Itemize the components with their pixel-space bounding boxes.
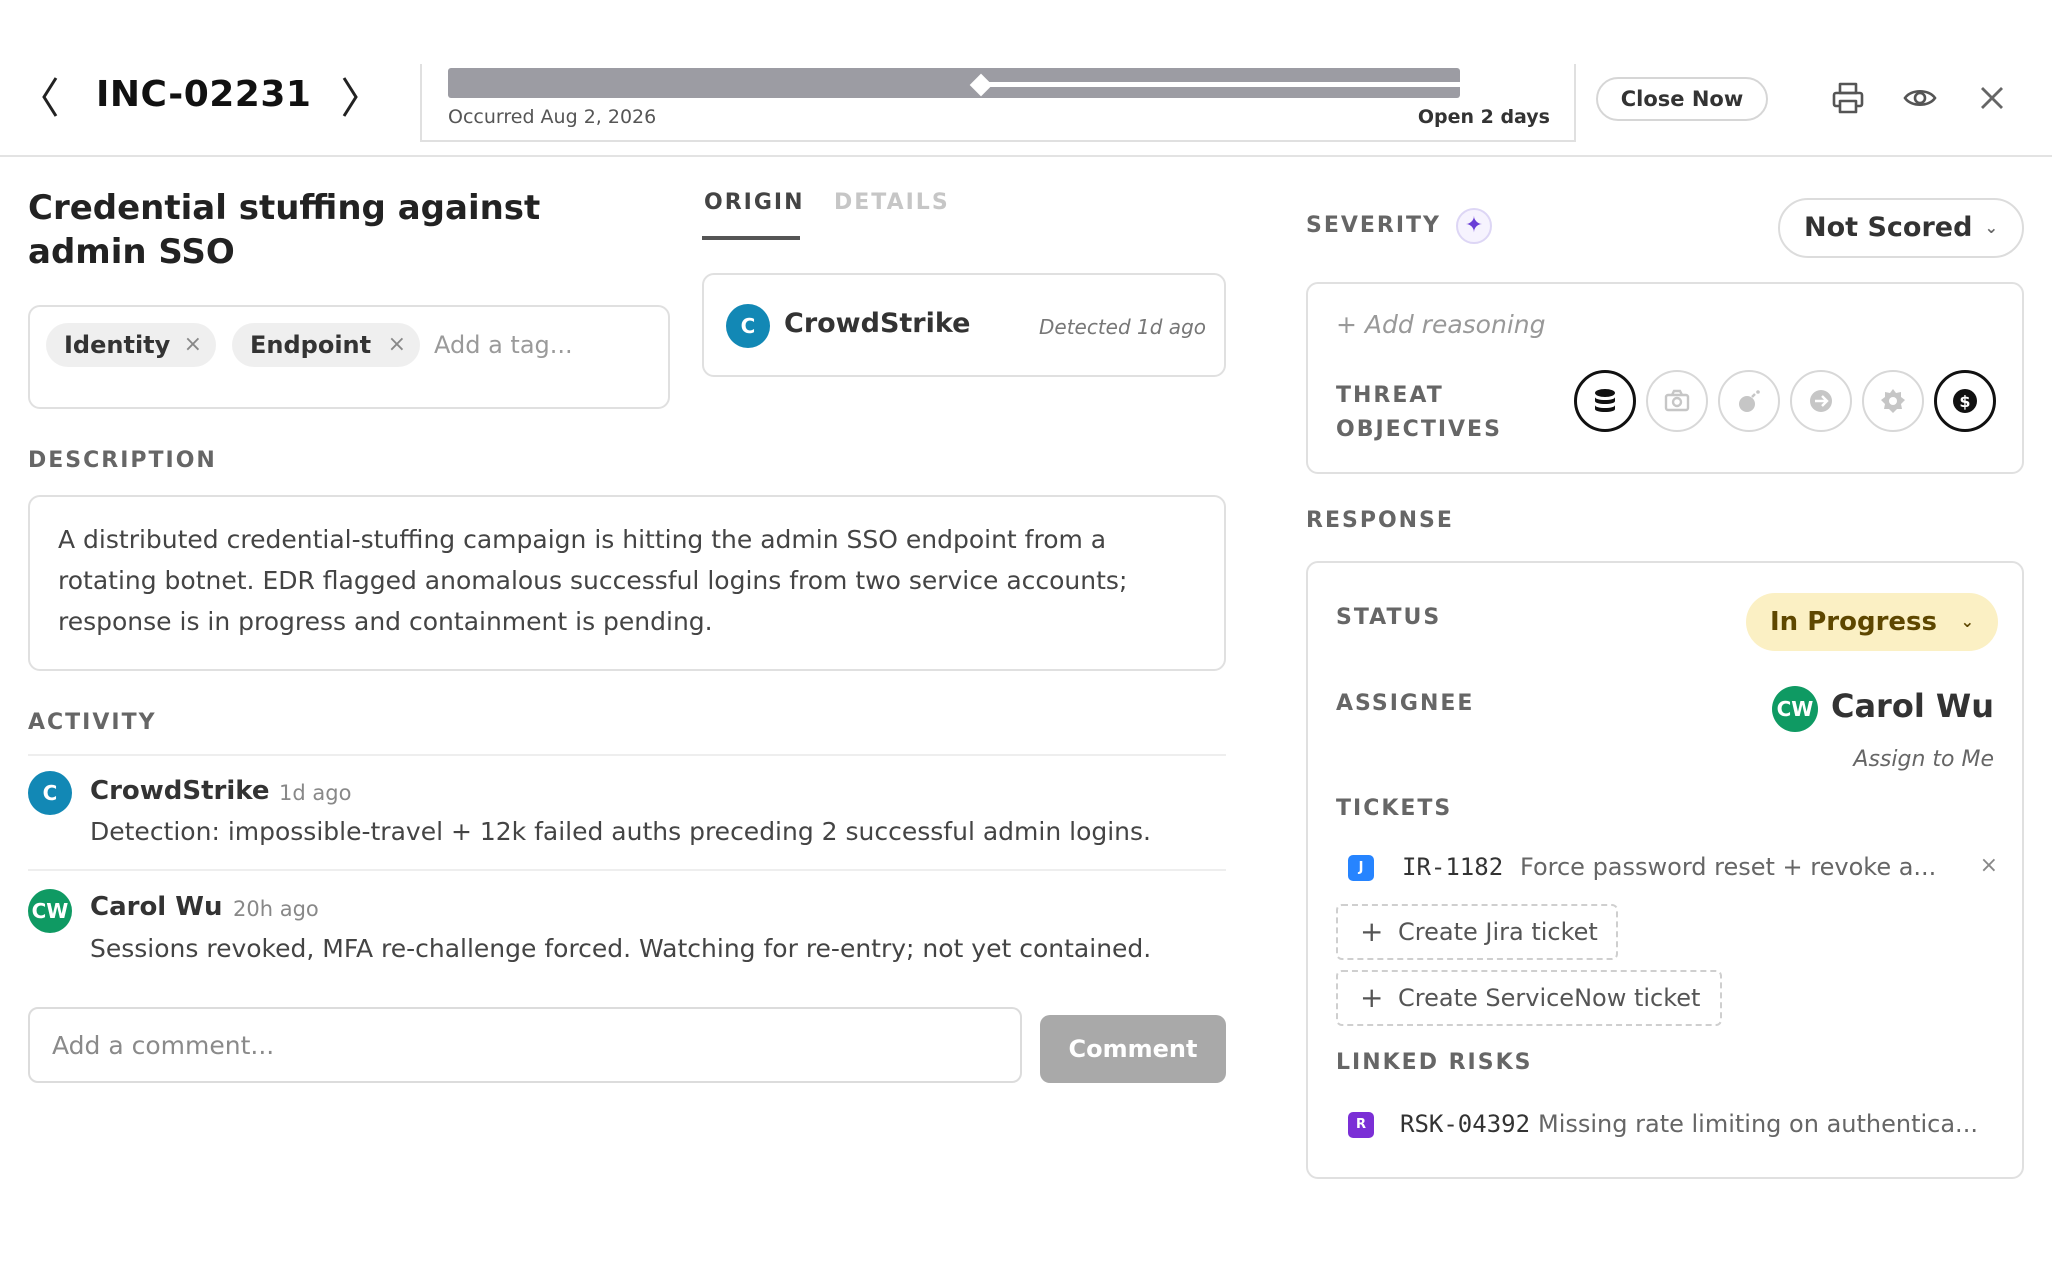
comment-button[interactable]: Comment (1040, 1015, 1226, 1083)
linked-risks-label: LINKED RISKS (1336, 1050, 1533, 1075)
tag-label: Identity (64, 331, 171, 359)
divider (28, 869, 1226, 871)
threat-objectives-label: THREAT OBJECTIVES (1336, 383, 1502, 442)
severity-score-dropdown[interactable]: Not Scored ⌄ (1778, 198, 2024, 258)
avatar: CW (28, 889, 72, 933)
ai-sparkle-icon[interactable]: ✦ (1456, 208, 1492, 244)
incident-timeline: Occurred Aug 2, 2026 Open 2 days (420, 64, 1576, 142)
gear-icon[interactable] (1862, 370, 1924, 432)
create-servicenow-ticket-button[interactable]: + Create ServiceNow ticket (1336, 970, 1722, 1026)
eye-icon[interactable] (1902, 80, 1938, 116)
close-now-button[interactable]: Close Now (1596, 77, 1768, 121)
timeline-occurred-date: Occurred Aug 2, 2026 (448, 106, 657, 128)
previous-incident-chevron-left-icon[interactable] (34, 72, 66, 122)
print-icon[interactable] (1830, 80, 1866, 116)
severity-score-value: Not Scored (1804, 212, 1973, 243)
create-servicenow-label: Create ServiceNow ticket (1398, 984, 1701, 1012)
risk-icon: R (1348, 1112, 1374, 1138)
incident-header: INC-02231 Occurred Aug 2, 2026 Open 2 da… (0, 0, 2052, 157)
jira-icon: J (1348, 855, 1374, 881)
add-reasoning-link[interactable]: + Add reasoning (1336, 310, 1546, 339)
create-jira-ticket-button[interactable]: + Create Jira ticket (1336, 904, 1618, 960)
ticket-id: IR-1182 (1402, 853, 1504, 881)
status-dropdown[interactable]: In Progress ⌄ (1746, 593, 1998, 651)
ticket-row[interactable]: J IR-1182 Force password reset + revoke … (1348, 851, 1998, 885)
create-jira-label: Create Jira ticket (1398, 918, 1598, 946)
status-label: STATUS (1336, 605, 1442, 630)
close-icon[interactable] (1974, 80, 2010, 116)
comment-input[interactable] (28, 1007, 1022, 1083)
origin-source: CrowdStrike (784, 308, 971, 339)
tag-endpoint: Endpoint × (232, 323, 420, 367)
remove-tag-icon[interactable]: × (388, 323, 406, 367)
status-value: In Progress (1770, 607, 1937, 637)
chevron-down-icon: ⌄ (1984, 218, 1998, 237)
timeline-track (448, 68, 1460, 98)
incident-title[interactable]: Credential stuffing against admin SSO (28, 186, 628, 274)
camera-icon[interactable] (1646, 370, 1708, 432)
description-heading: DESCRIPTION (28, 448, 217, 473)
avatar: C (726, 304, 770, 348)
database-icon[interactable] (1574, 370, 1636, 432)
timeline-open-duration: Open 2 days (1417, 106, 1550, 128)
activity-time: 20h ago (233, 897, 319, 921)
remove-tag-icon[interactable]: × (184, 323, 202, 367)
active-tab-indicator (702, 236, 800, 240)
description-text[interactable]: A distributed credential-stuffing campai… (28, 495, 1226, 671)
add-tag-input[interactable]: Add a tag... (434, 323, 573, 367)
arrow-right-circle-icon[interactable] (1790, 370, 1852, 432)
activity-text: Sessions revoked, MFA re-challenge force… (90, 934, 1152, 963)
activity-time: 1d ago (279, 781, 352, 805)
plus-icon: + (1360, 981, 1384, 1014)
origin-card: C CrowdStrike Detected 1d ago (702, 273, 1226, 377)
risk-id: RSK-04392 (1400, 1110, 1531, 1138)
activity-text: Detection: impossible-travel + 12k faile… (90, 817, 1151, 846)
assignee-name[interactable]: Carol Wu (1831, 687, 1994, 725)
assignee-label: ASSIGNEE (1336, 691, 1475, 716)
response-heading: RESPONSE (1306, 508, 1454, 533)
svg-text:$: $ (1959, 392, 1970, 411)
remove-ticket-icon[interactable]: × (1980, 853, 1998, 878)
ticket-title: Force password reset + revoke a... (1520, 853, 1937, 881)
activity-heading: ACTIVITY (28, 710, 157, 735)
assign-to-me-link[interactable]: Assign to Me (1853, 747, 1994, 772)
severity-panel: + Add reasoning THREAT OBJECTIVES $ (1306, 282, 2024, 474)
next-incident-chevron-right-icon[interactable] (334, 72, 366, 122)
activity-author: Carol Wu (90, 892, 223, 922)
response-panel: STATUS In Progress ⌄ ASSIGNEE CW Carol W… (1306, 561, 2024, 1179)
linked-risk-row[interactable]: R RSK-04392 Missing rate limiting on aut… (1348, 1108, 1998, 1142)
dollar-icon[interactable]: $ (1934, 370, 1996, 432)
activity-author: CrowdStrike (90, 776, 270, 806)
severity-heading: SEVERITY (1306, 213, 1441, 238)
plus-icon: + (1360, 915, 1384, 948)
tag-identity: Identity × (46, 323, 216, 367)
tab-details[interactable]: DETAILS (834, 190, 950, 215)
avatar: C (28, 771, 72, 815)
tag-label: Endpoint (250, 331, 372, 359)
tab-origin[interactable]: ORIGIN (704, 190, 804, 215)
origin-detected-time: Detected 1d ago (1038, 315, 1206, 339)
incident-id: INC-02231 (96, 74, 312, 115)
tickets-label: TICKETS (1336, 796, 1453, 821)
chevron-down-icon: ⌄ (1960, 612, 1974, 631)
tag-editor[interactable]: Identity × Endpoint × Add a tag... (28, 305, 670, 409)
bomb-icon[interactable] (1718, 370, 1780, 432)
timeline-remaining-line (981, 82, 1460, 87)
divider (28, 754, 1226, 756)
risk-title: Missing rate limiting on authentica... (1538, 1110, 1978, 1138)
timeline-current-marker (969, 73, 993, 97)
avatar: CW (1772, 686, 1818, 732)
